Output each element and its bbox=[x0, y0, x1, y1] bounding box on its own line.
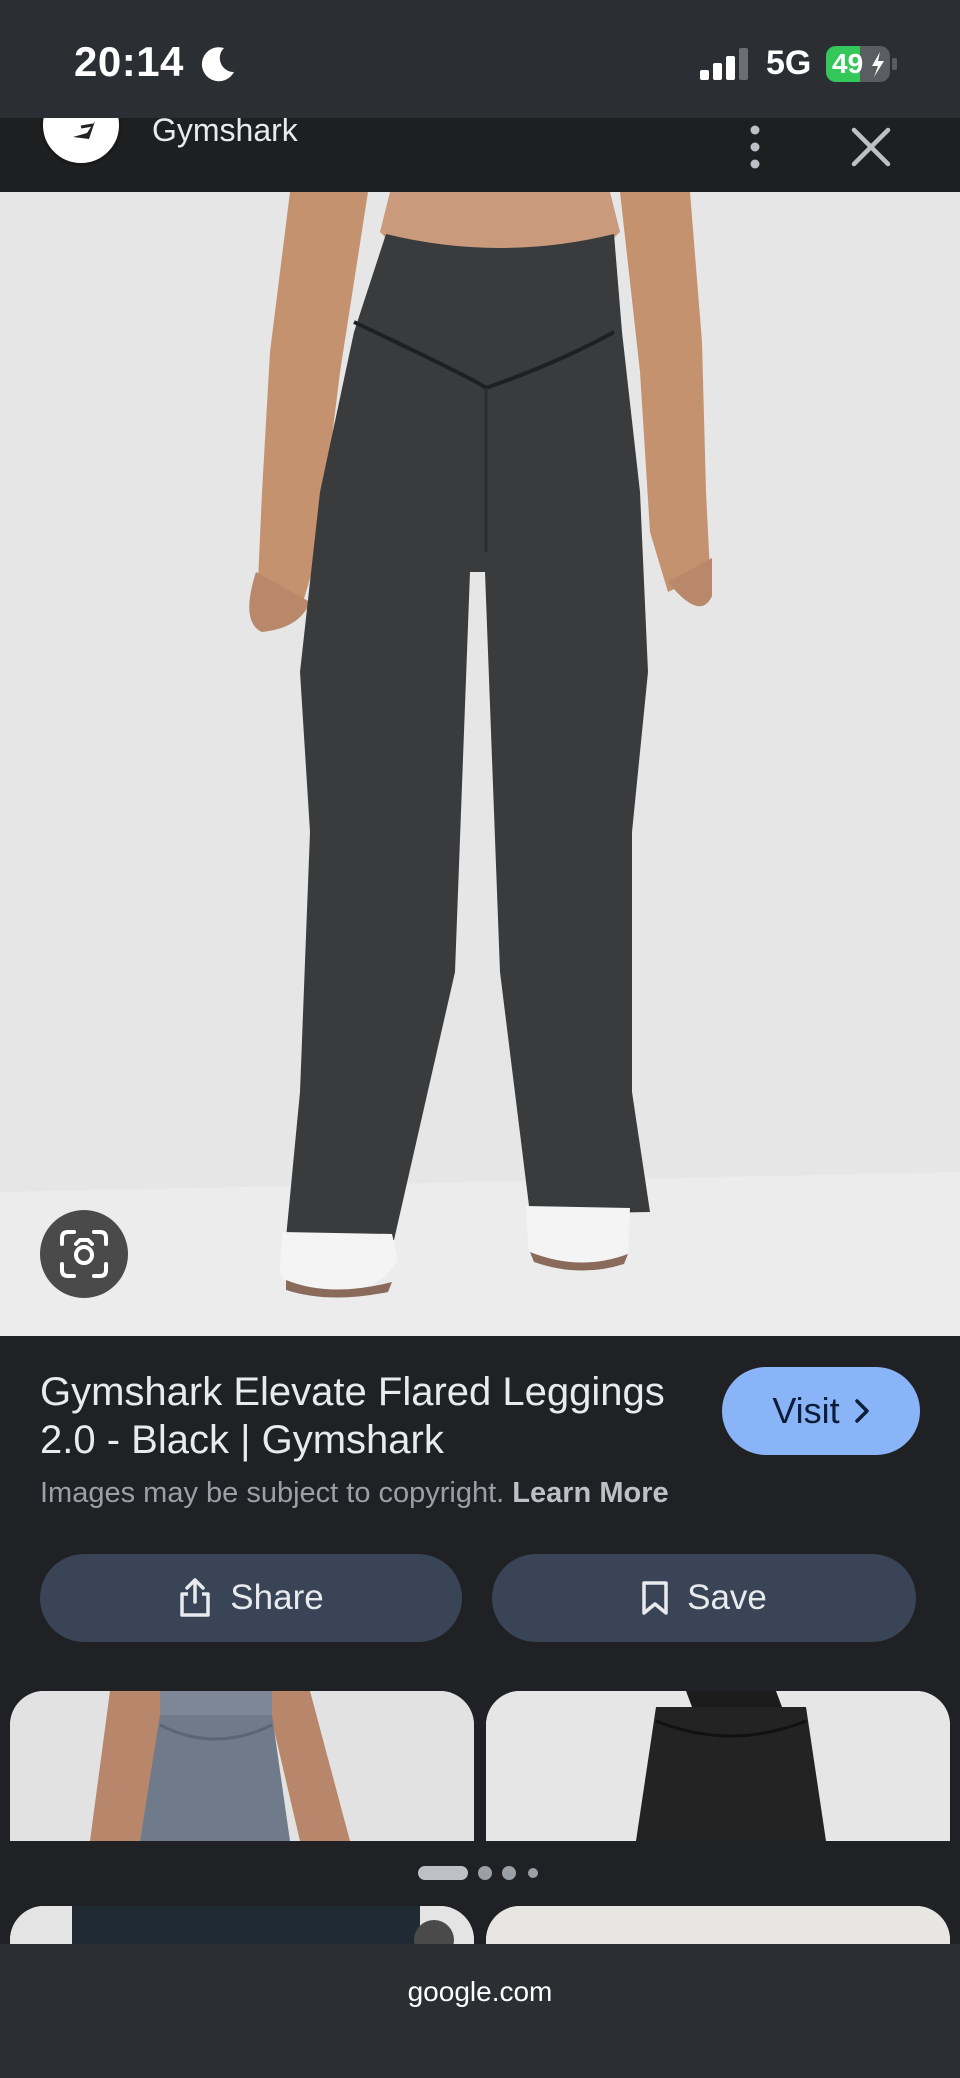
related-result-card[interactable] bbox=[10, 1906, 474, 1944]
network-label: 5G bbox=[766, 44, 812, 82]
site-logo[interactable] bbox=[40, 118, 122, 166]
copyright-text: Images may be subject to copyright. bbox=[40, 1477, 505, 1509]
related-result-card[interactable] bbox=[486, 1691, 950, 1841]
visit-button[interactable]: Visit bbox=[722, 1367, 920, 1455]
share-label: Share bbox=[230, 1578, 324, 1617]
carousel-dots bbox=[418, 1866, 538, 1880]
gymshark-logo-icon bbox=[73, 121, 95, 139]
close-icon[interactable] bbox=[848, 124, 894, 170]
save-button[interactable]: Save bbox=[492, 1554, 916, 1642]
chevron-right-icon bbox=[854, 1399, 869, 1423]
url-domain[interactable]: google.com bbox=[0, 1976, 960, 2008]
save-label: Save bbox=[687, 1578, 767, 1617]
related-result-card[interactable] bbox=[486, 1906, 950, 1944]
copyright-notice: Images may be subject to copyright. Lear… bbox=[40, 1477, 669, 1510]
product-title[interactable]: Gymshark Elevate Flared Leggings 2.0 - B… bbox=[40, 1368, 720, 1464]
bookmark-icon bbox=[642, 1581, 668, 1615]
related-result-card[interactable] bbox=[10, 1691, 474, 1841]
related-image bbox=[10, 1691, 474, 1841]
share-icon bbox=[180, 1578, 211, 1617]
status-time: 20:14 bbox=[74, 38, 184, 85]
related-image bbox=[10, 1906, 474, 1944]
leggings-illustration bbox=[0, 192, 960, 1336]
battery-level: 49 bbox=[832, 48, 864, 79]
related-image bbox=[486, 1906, 950, 1944]
more-vert-icon[interactable] bbox=[740, 122, 770, 172]
signal-icon bbox=[700, 48, 748, 80]
image-viewer: 20:14 5G 49 Gymshark Gymshark Elevate Fl… bbox=[0, 0, 960, 2078]
browser-bottom-bar bbox=[0, 1944, 960, 2078]
learn-more-link[interactable]: Learn More bbox=[512, 1477, 668, 1509]
moon-icon bbox=[201, 47, 234, 82]
product-image[interactable] bbox=[0, 192, 960, 1336]
google-lens-icon bbox=[60, 1230, 108, 1278]
related-image bbox=[486, 1691, 950, 1841]
google-lens-button[interactable] bbox=[40, 1210, 128, 1298]
site-name[interactable]: Gymshark bbox=[152, 118, 298, 149]
share-button[interactable]: Share bbox=[40, 1554, 462, 1642]
visit-label: Visit bbox=[772, 1390, 840, 1431]
result-header: Gymshark bbox=[0, 118, 960, 192]
